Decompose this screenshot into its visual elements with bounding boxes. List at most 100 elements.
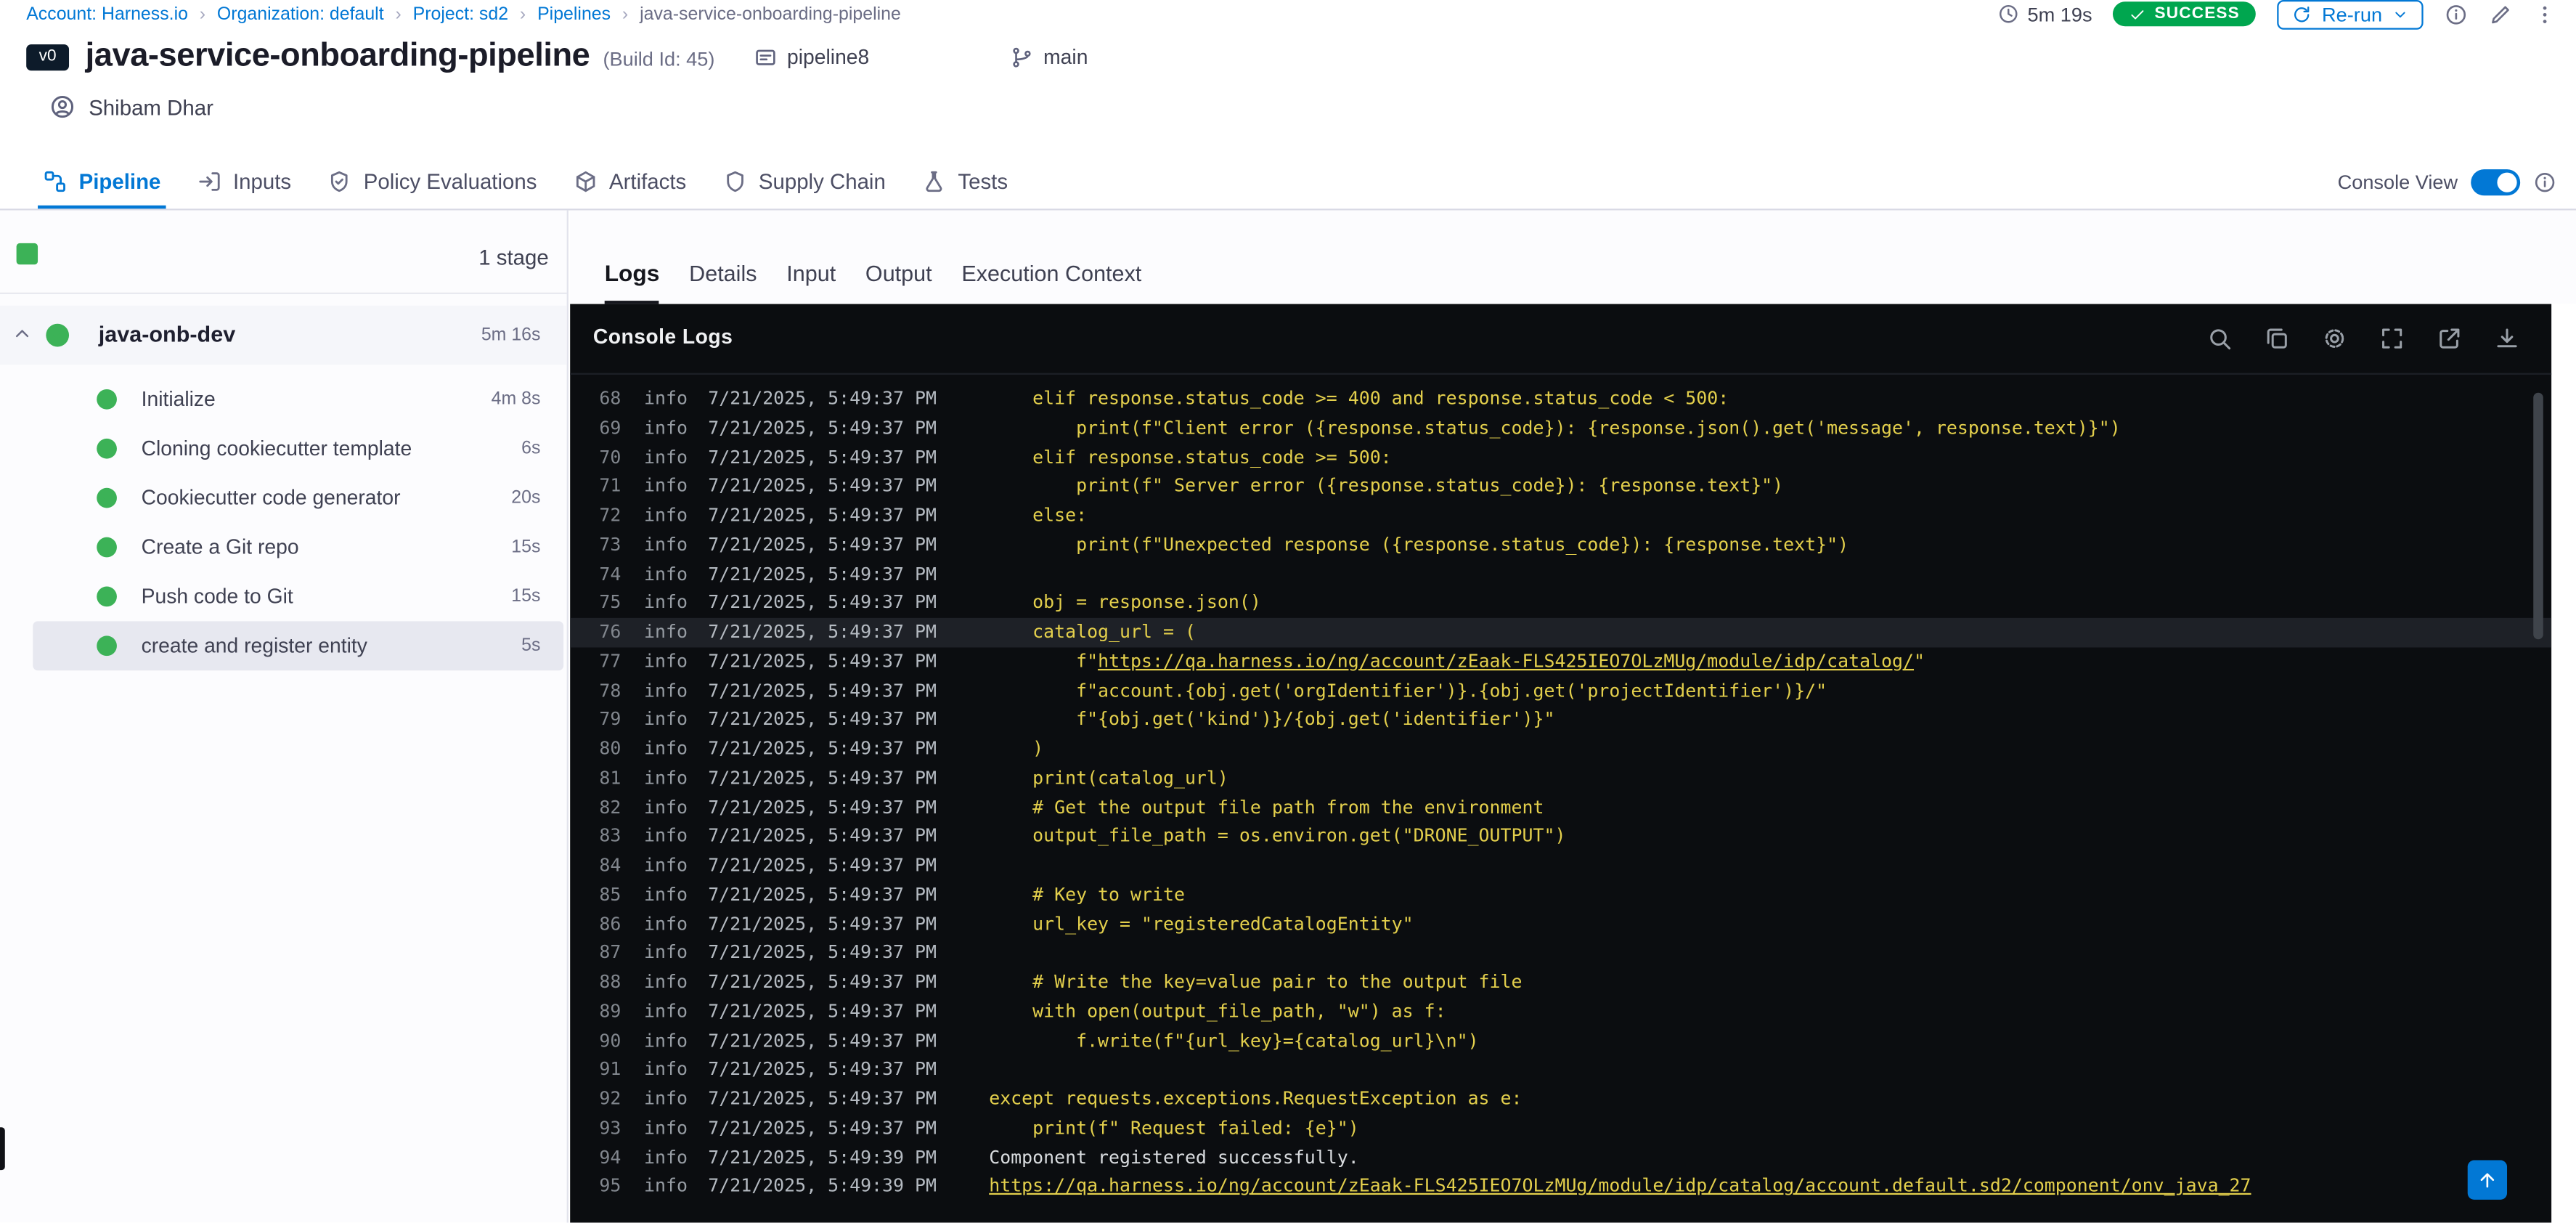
step-detail-tabs: Logs Details Input Output Execution Cont… <box>570 210 2576 304</box>
log-line-number: 75 <box>599 592 621 614</box>
breadcrumb-account[interactable]: Account: Harness.io <box>26 4 188 24</box>
log-line: 92 info 7/21/2025, 5:49:37 PM except reques… <box>570 1084 2551 1113</box>
log-line: 87 info 7/21/2025, 5:49:37 PM <box>570 939 2551 968</box>
log-level: info <box>644 504 688 527</box>
stage-minimap-strip: 1 stage <box>0 211 567 295</box>
log-link[interactable]: https://qa.harness.io/ng/account/zEaak-F… <box>989 1175 2251 1196</box>
log-line-number: 71 <box>599 475 621 497</box>
branch-name: main <box>1043 45 1088 68</box>
breadcrumb-organization[interactable]: Organization: default <box>217 4 384 24</box>
check-circle-icon <box>95 437 118 460</box>
tab-label: Supply Chain <box>758 169 886 195</box>
tab-label: Artifacts <box>609 169 687 195</box>
log-line-number: 90 <box>599 1029 621 1052</box>
log-scrollbar-thumb[interactable] <box>2533 392 2543 640</box>
console-toolbar <box>2206 325 2520 352</box>
tab-inputs[interactable]: Inputs <box>197 155 291 209</box>
scroll-to-top-button[interactable] <box>2467 1160 2508 1200</box>
stage-node-square[interactable] <box>16 243 38 265</box>
step-row[interactable]: Create a Git repo 15s <box>0 523 567 572</box>
console-logs-panel: Console Logs 68 info 7/21/2025, 5:49:37 PM… <box>570 304 2552 1223</box>
step-row[interactable]: Push code to Git 15s <box>0 572 567 621</box>
log-timestamp: 7/21/2025, 5:49:39 PM <box>708 1146 937 1168</box>
rerun-button[interactable]: Re-run <box>2277 0 2424 29</box>
stage-count: 1 stage <box>478 245 549 270</box>
log-line: 83 info 7/21/2025, 5:49:37 PM output_file_… <box>570 822 2551 851</box>
log-line-number: 76 <box>599 621 621 643</box>
tab-supply-chain[interactable]: Supply Chain <box>722 155 886 209</box>
kebab-menu-icon[interactable] <box>2533 2 2556 25</box>
tab-logs[interactable]: Logs <box>604 260 660 304</box>
log-line: 84 info 7/21/2025, 5:49:37 PM <box>570 851 2551 880</box>
info-circle-icon[interactable] <box>2445 2 2468 25</box>
stage-duration: 5m 16s <box>481 325 541 346</box>
log-timestamp: 7/21/2025, 5:49:37 PM <box>708 592 937 614</box>
log-text: # Get the output file path from the envi… <box>989 796 1544 818</box>
log-line-number: 69 <box>599 417 621 439</box>
tab-execution-context[interactable]: Execution Context <box>961 261 1141 304</box>
info-circle-icon[interactable] <box>2533 170 2556 193</box>
fullscreen-icon[interactable] <box>2379 325 2405 352</box>
git-branch[interactable]: main <box>1011 45 1088 68</box>
tab-pipeline[interactable]: Pipeline <box>38 155 166 209</box>
pipeline-template[interactable]: pipeline8 <box>754 45 870 68</box>
gear-icon[interactable] <box>2321 325 2347 352</box>
breadcrumb-separator: › <box>199 4 206 24</box>
log-text: print(f"Client error ({response.status_c… <box>989 417 2121 439</box>
log-message: url_key = "registeredCatalogEntity" <box>989 909 1414 938</box>
stage-row[interactable]: java-onb-dev 5m 16s <box>0 305 567 365</box>
tab-label: Tests <box>958 169 1008 195</box>
check-circle-icon <box>95 536 118 559</box>
log-level: info <box>644 854 688 877</box>
log-link[interactable]: https://qa.harness.io/ng/account/zEaak-F… <box>1098 651 1914 672</box>
build-id: (Build Id: 45) <box>603 47 715 71</box>
template-name: pipeline8 <box>787 45 870 68</box>
tab-details[interactable]: Details <box>689 261 757 304</box>
breadcrumb-pipelines[interactable]: Pipelines <box>537 4 611 24</box>
log-timestamp: 7/21/2025, 5:49:37 PM <box>708 1117 937 1139</box>
console-view-toggle[interactable] <box>2471 168 2521 195</box>
tab-tests[interactable]: Tests <box>922 155 1008 209</box>
log-message: elif response.status_code >= 400 and res… <box>989 384 1729 413</box>
step-row[interactable]: create and register entity 5s <box>0 621 567 671</box>
edit-pencil-icon[interactable] <box>2489 2 2512 25</box>
log-text: output_file_path = os.environ.get("DRONE… <box>989 825 1566 847</box>
log-timestamp: 7/21/2025, 5:49:37 PM <box>708 796 937 818</box>
rerun-label: Re-run <box>2322 2 2383 26</box>
top-actions: 5m 19s SUCCESS Re-run <box>1998 0 2556 29</box>
log-message: obj = response.json() <box>989 589 1261 618</box>
log-text: Component registered successfully. <box>989 1146 1359 1168</box>
chevron-up-icon[interactable] <box>12 324 33 345</box>
log-line-number: 91 <box>599 1058 621 1081</box>
tab-input[interactable]: Input <box>786 261 836 304</box>
log-message: f"https://qa.harness.io/ng/account/zEaak… <box>989 647 1925 676</box>
open-in-new-icon[interactable] <box>2437 325 2463 352</box>
log-timestamp: 7/21/2025, 5:49:37 PM <box>708 854 937 877</box>
log-timestamp: 7/21/2025, 5:49:37 PM <box>708 971 937 993</box>
log-text: print(f"Unexpected response ({response.s… <box>989 533 1849 556</box>
log-level: info <box>644 1087 688 1110</box>
step-row[interactable]: Cookiecutter code generator 20s <box>0 474 567 523</box>
breadcrumb-project[interactable]: Project: sd2 <box>413 4 508 24</box>
step-row[interactable]: Cloning cookiecutter template 6s <box>0 424 567 474</box>
log-line: 77 info 7/21/2025, 5:49:37 PM f"https://qa… <box>570 647 2551 676</box>
log-timestamp: 7/21/2025, 5:49:37 PM <box>708 504 937 527</box>
log-timestamp: 7/21/2025, 5:49:39 PM <box>708 1175 937 1197</box>
log-timestamp: 7/21/2025, 5:49:37 PM <box>708 563 937 585</box>
log-line-number: 72 <box>599 504 621 527</box>
log-level: info <box>644 475 688 497</box>
flask-icon <box>922 169 947 194</box>
log-timestamp: 7/21/2025, 5:49:37 PM <box>708 1029 937 1052</box>
search-icon[interactable] <box>2206 325 2233 352</box>
console-log-body: 68 info 7/21/2025, 5:49:37 PM elif respons… <box>570 373 2552 1223</box>
tab-output[interactable]: Output <box>865 261 932 304</box>
log-text: print(f" Request failed: {e}") <box>989 1117 1359 1139</box>
tab-policy-evaluations[interactable]: Policy Evaluations <box>327 155 537 209</box>
copy-icon[interactable] <box>2264 325 2290 352</box>
breadcrumb-separator: › <box>621 4 629 24</box>
step-row[interactable]: Initialize 4m 8s <box>0 375 567 424</box>
tab-artifacts[interactable]: Artifacts <box>573 155 686 209</box>
tab-label: Pipeline <box>78 169 161 195</box>
download-icon[interactable] <box>2494 325 2520 352</box>
log-timestamp: 7/21/2025, 5:49:37 PM <box>708 388 937 410</box>
